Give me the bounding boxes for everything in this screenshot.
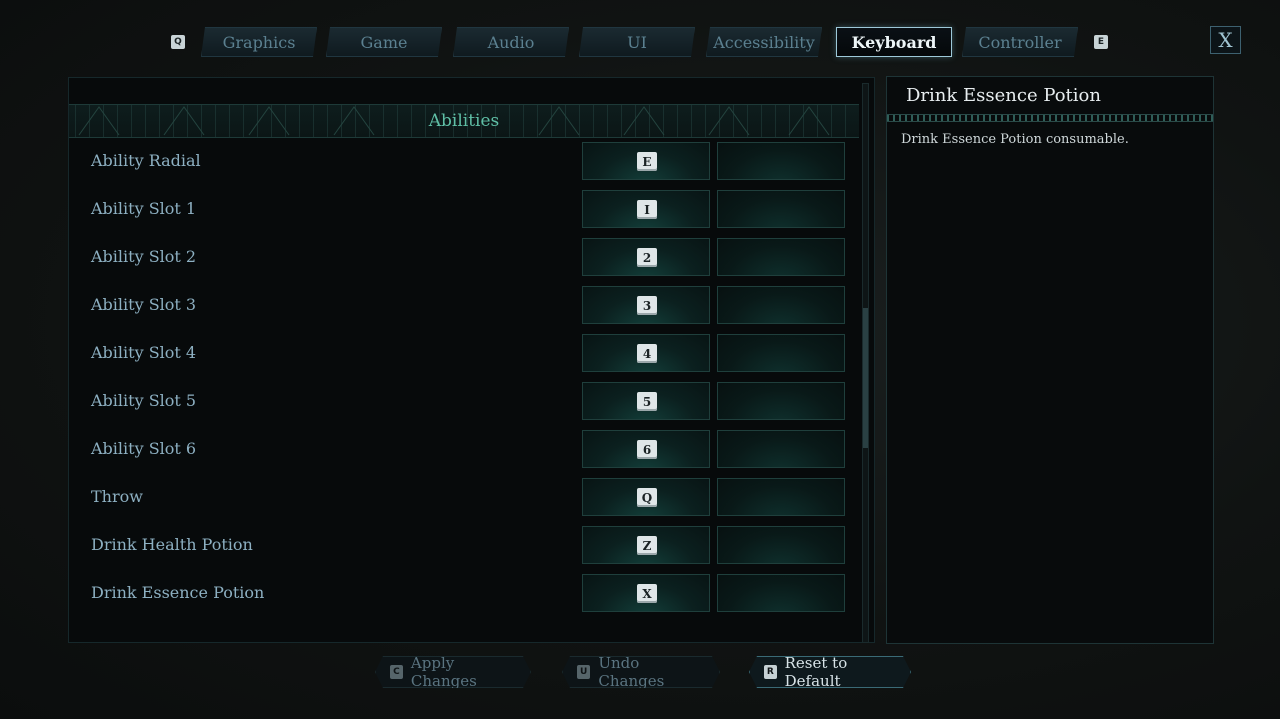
binding-label: Ability Radial (91, 151, 201, 170)
secondary-binding-slot[interactable] (717, 238, 845, 276)
secondary-binding-slot[interactable] (717, 286, 845, 324)
binding-label: Ability Slot 2 (91, 247, 197, 266)
binding-label: Drink Essence Potion (91, 583, 265, 602)
description-text: Drink Essence Potion consumable. (901, 132, 1129, 147)
binding-label: Ability Slot 6 (91, 439, 197, 458)
next-tab-key-hint[interactable]: E (1094, 35, 1108, 49)
key-glyph: 6 (637, 440, 657, 459)
key-glyph: Z (637, 536, 657, 555)
primary-binding-slot[interactable]: E (582, 142, 710, 180)
tab-game[interactable]: Game (326, 27, 442, 57)
primary-binding-slot[interactable]: 3 (582, 286, 710, 324)
secondary-binding-slot[interactable] (717, 526, 845, 564)
primary-binding-slot[interactable]: 4 (582, 334, 710, 372)
keybindings-panel: Abilities Ability Radial E Ability Slot … (68, 77, 875, 643)
binding-label: Throw (91, 487, 143, 506)
binding-label: Ability Slot 5 (91, 391, 197, 410)
tab-accessibility[interactable]: Accessibility (706, 27, 822, 57)
secondary-binding-slot[interactable] (717, 334, 845, 372)
binding-label: Ability Slot 4 (91, 343, 197, 362)
binding-label: Drink Health Potion (91, 535, 253, 554)
prev-tab-key-hint[interactable]: Q (171, 35, 185, 49)
reset-to-default-button[interactable]: R Reset to Default (749, 656, 911, 688)
key-glyph: 2 (637, 248, 657, 267)
key-hint: U (577, 665, 590, 679)
close-button[interactable]: X (1210, 26, 1241, 54)
secondary-binding-slot[interactable] (717, 574, 845, 612)
tab-keyboard[interactable]: Keyboard (836, 27, 952, 57)
secondary-binding-slot[interactable] (717, 430, 845, 468)
key-glyph: I (637, 200, 657, 219)
tab-graphics[interactable]: Graphics (201, 27, 317, 57)
section-header-banner: Abilities (69, 104, 859, 138)
key-glyph: E (637, 152, 657, 171)
binding-label: Ability Slot 1 (91, 199, 197, 218)
primary-binding-slot[interactable]: I (582, 190, 710, 228)
tab-controller[interactable]: Controller (962, 27, 1078, 57)
description-panel: Drink Essence Potion Drink Essence Potio… (886, 76, 1214, 644)
scrollbar-thumb[interactable] (863, 308, 868, 448)
key-glyph: X (637, 584, 657, 603)
tab-audio[interactable]: Audio (453, 27, 569, 57)
button-label: Apply Changes (410, 654, 477, 690)
scrollbar[interactable] (862, 83, 869, 643)
tab-ui[interactable]: UI (579, 27, 695, 57)
key-glyph: 5 (637, 392, 657, 411)
primary-binding-slot[interactable]: X (582, 574, 710, 612)
secondary-binding-slot[interactable] (717, 142, 845, 180)
secondary-binding-slot[interactable] (717, 190, 845, 228)
primary-binding-slot[interactable]: 6 (582, 430, 710, 468)
binding-label: Ability Slot 3 (91, 295, 197, 314)
ornament-divider (887, 114, 1213, 122)
primary-binding-slot[interactable]: 2 (582, 238, 710, 276)
primary-binding-slot[interactable]: Q (582, 478, 710, 516)
key-glyph: 4 (637, 344, 657, 363)
undo-changes-button[interactable]: U Undo Changes (562, 656, 720, 688)
key-glyph: Q (637, 488, 657, 507)
secondary-binding-slot[interactable] (717, 478, 845, 516)
primary-binding-slot[interactable]: 5 (582, 382, 710, 420)
description-title: Drink Essence Potion (906, 85, 1101, 106)
key-hint: C (390, 665, 403, 679)
apply-changes-button[interactable]: C Apply Changes (375, 656, 531, 688)
button-label: Undo Changes (598, 654, 665, 690)
primary-binding-slot[interactable]: Z (582, 526, 710, 564)
key-glyph: 3 (637, 296, 657, 315)
secondary-binding-slot[interactable] (717, 382, 845, 420)
button-label: Reset to Default (784, 654, 848, 690)
key-hint: R (764, 665, 777, 679)
section-title: Abilities (428, 111, 500, 131)
